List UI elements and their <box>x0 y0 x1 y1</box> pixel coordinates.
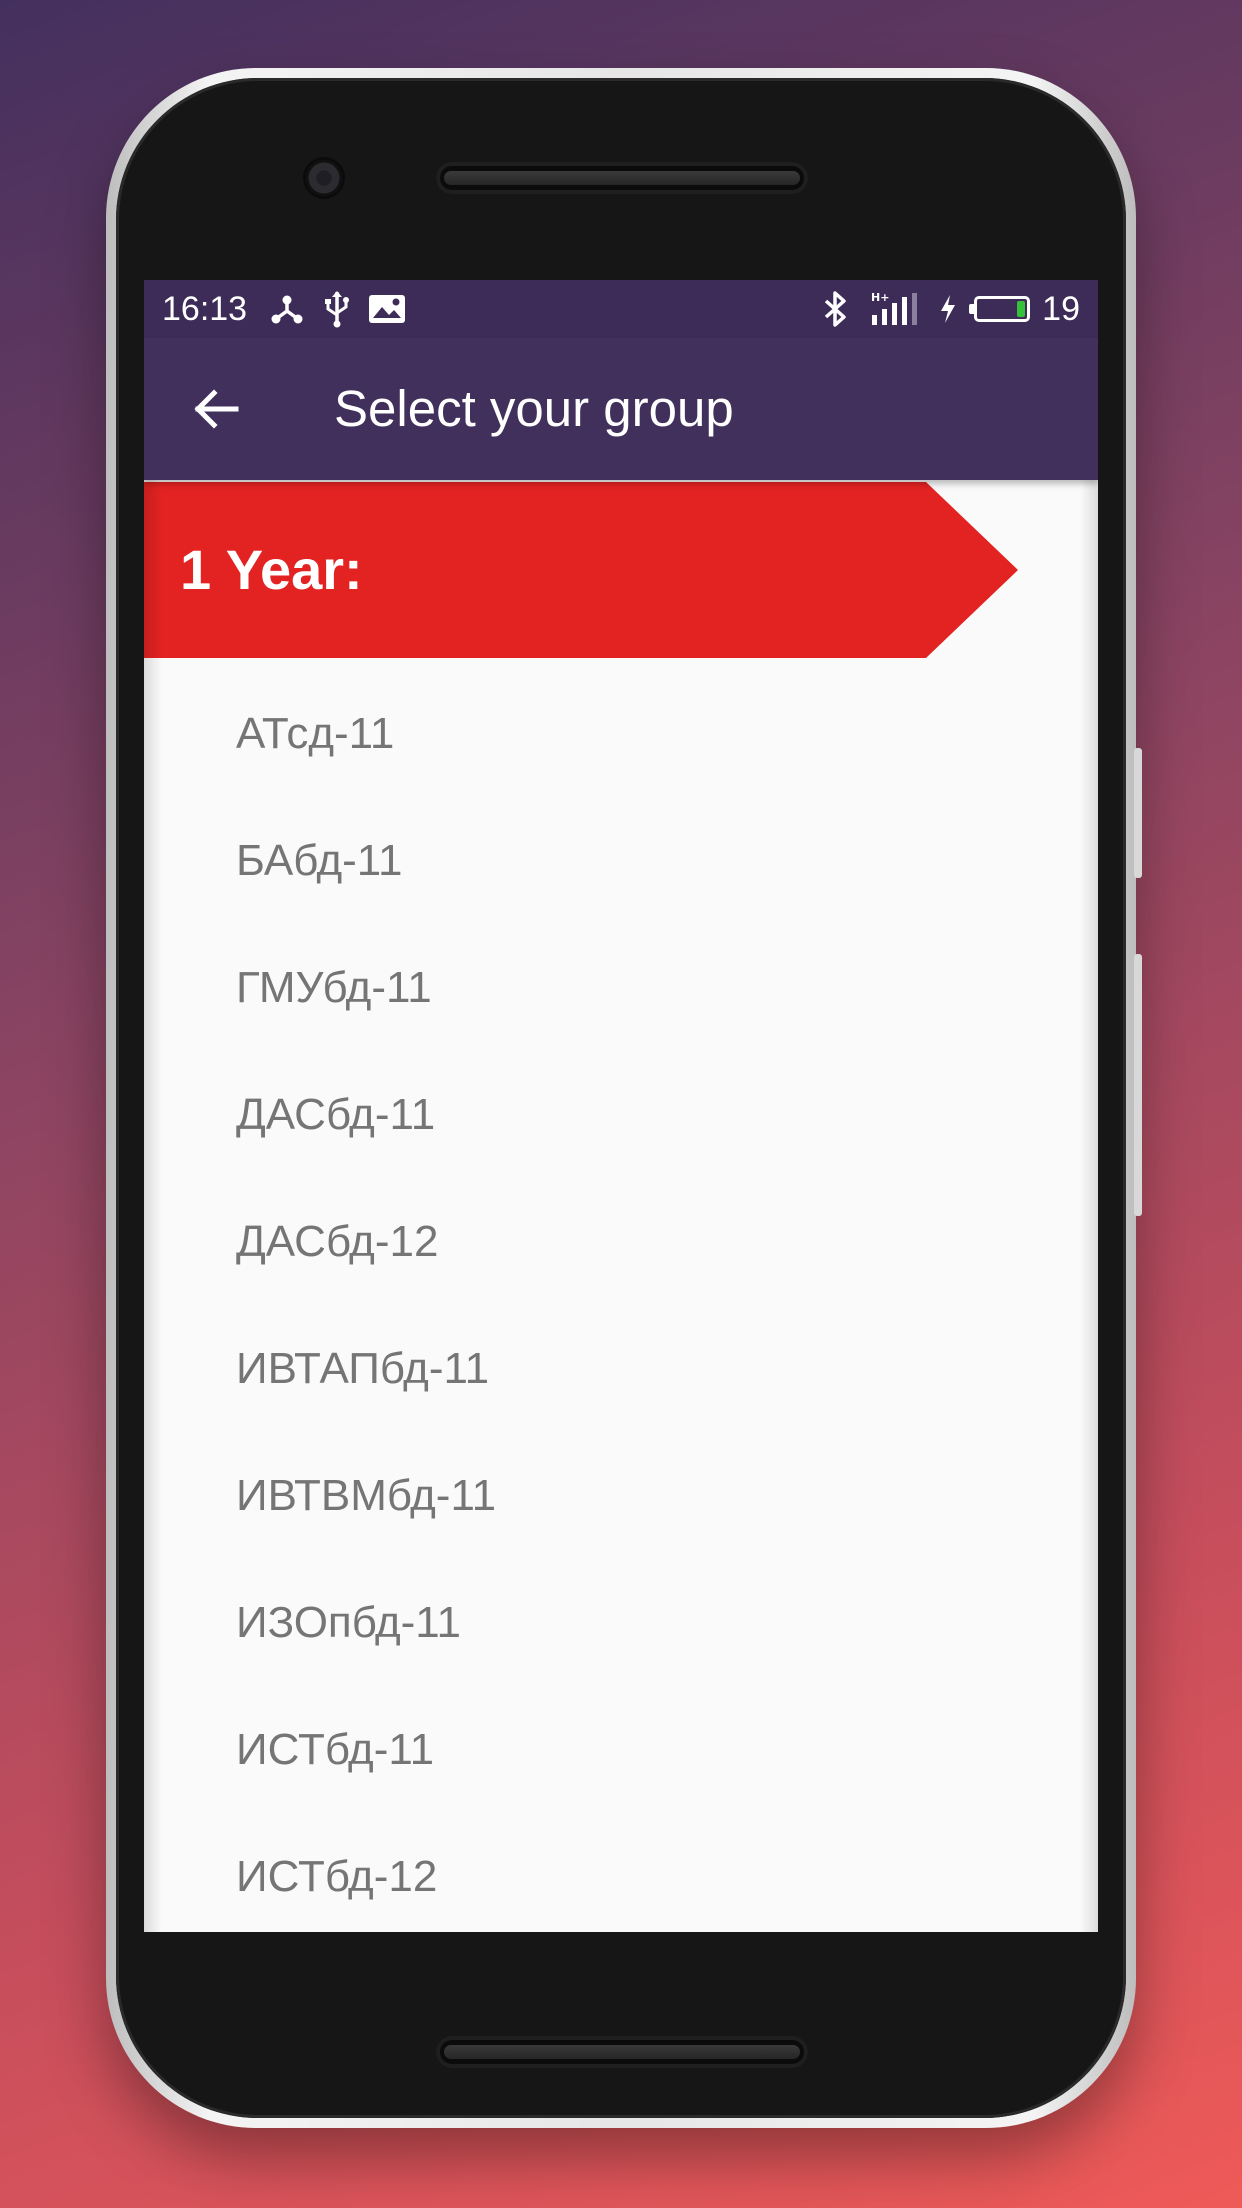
group-list-item[interactable]: ГМУбд-11 <box>144 924 1098 1051</box>
image-notification-icon <box>367 289 407 329</box>
year-label: 1 Year: <box>180 538 363 601</box>
group-list-item[interactable]: БАбд-11 <box>144 797 1098 924</box>
bottom-speaker <box>436 2036 808 2068</box>
group-list-item[interactable]: ИСТбд-12 <box>144 1813 1098 1932</box>
network-share-icon <box>267 289 307 329</box>
status-bar: 16:13 H+ 19 <box>144 280 1098 338</box>
status-time: 16:13 <box>162 289 248 328</box>
app-bar: Select your group <box>144 338 1098 480</box>
group-list-item[interactable]: ДАСбд-11 <box>144 1051 1098 1178</box>
signal-hplus-icon: H+ <box>870 289 922 329</box>
group-list-item[interactable]: ИСТбд-11 <box>144 1686 1098 1813</box>
svg-text:H+: H+ <box>871 291 889 304</box>
group-list: АТсд-11 БАбд-11 ГМУбд-11 ДАСбд-11 ДАСбд-12 ИВ… <box>144 670 1098 1932</box>
group-list-item[interactable]: АТсд-11 <box>144 670 1098 797</box>
power-button <box>1134 748 1142 878</box>
battery-icon <box>969 296 1031 322</box>
arrow-back-icon <box>194 389 239 429</box>
group-list-item[interactable]: ИЗОпбд-11 <box>144 1559 1098 1686</box>
earpiece-speaker <box>436 162 808 194</box>
group-list-item[interactable]: ИВТАПбд-11 <box>144 1305 1098 1432</box>
page-title: Select your group <box>334 380 734 437</box>
bluetooth-icon <box>816 289 856 329</box>
usb-icon <box>317 289 357 329</box>
group-list-item[interactable]: ДАСбд-12 <box>144 1178 1098 1305</box>
group-list-item[interactable]: ИВТВМбд-11 <box>144 1432 1098 1559</box>
charging-icon <box>936 289 960 329</box>
battery-percent: 19 <box>1042 289 1080 328</box>
battery-level <box>1017 301 1026 317</box>
back-button[interactable] <box>186 379 246 439</box>
front-camera <box>306 160 342 196</box>
year-section-header: 1 Year: <box>144 482 1018 658</box>
volume-button <box>1134 954 1142 1216</box>
phone-screen: 16:13 H+ 19 Select your group 1 Year: АТ… <box>144 280 1098 1932</box>
